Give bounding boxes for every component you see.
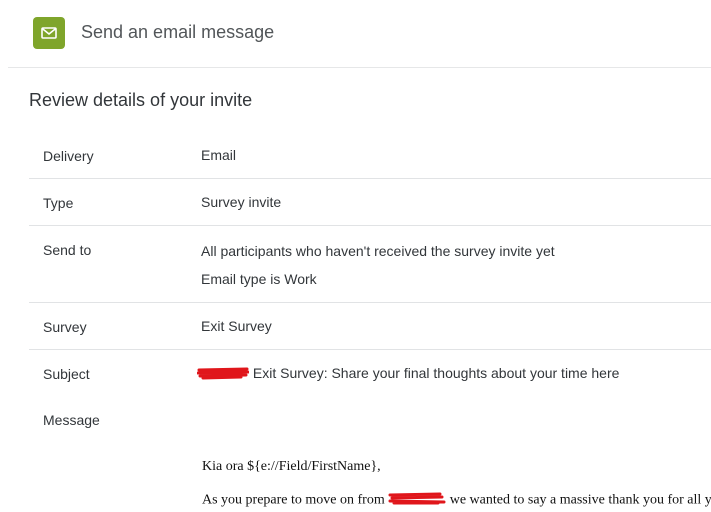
row-value: Exit Survey [201, 318, 272, 334]
row-label: Type [43, 195, 74, 211]
review-row-delivery: Delivery Email [29, 131, 711, 179]
row-label: Delivery [43, 148, 94, 164]
message-label: Message [43, 412, 100, 428]
redaction-scribble [388, 491, 446, 510]
row-value: Email [201, 147, 237, 163]
review-row-survey: Survey Exit Survey [29, 303, 711, 350]
row-value: Survey invite [201, 194, 282, 210]
page-header: Send an email message [8, 0, 711, 68]
review-row-subject: Subject Exit Survey: Share your final th… [29, 350, 711, 397]
row-value: Exit Survey: Share your final thoughts a… [196, 365, 620, 383]
message-body-end: we wanted to say a massive thank you for… [449, 492, 711, 508]
review-title: Review details of your invite [29, 90, 253, 110]
redaction-scribble [196, 366, 250, 383]
message-body-start: As you prepare to move on from [202, 492, 385, 508]
row-value-secondary: Email type is Work [201, 271, 317, 287]
row-value: All participants who haven't received th… [201, 243, 555, 259]
subject-text: Exit Survey: Share your final thoughts a… [252, 365, 620, 381]
review-row-send-to: Send to All participants who haven't rec… [29, 226, 711, 303]
review-row-type: Type Survey invite [29, 179, 711, 226]
row-label: Send to [43, 242, 92, 258]
message-body-line: As you prepare to move on from we wanted… [202, 491, 711, 510]
row-label: Survey [43, 319, 87, 335]
message-greeting: Kia ora ${e://Field/FirstName}, [202, 459, 381, 474]
row-label: Subject [43, 366, 90, 382]
envelope-icon [33, 17, 65, 49]
page-title: Send an email message [81, 22, 275, 42]
